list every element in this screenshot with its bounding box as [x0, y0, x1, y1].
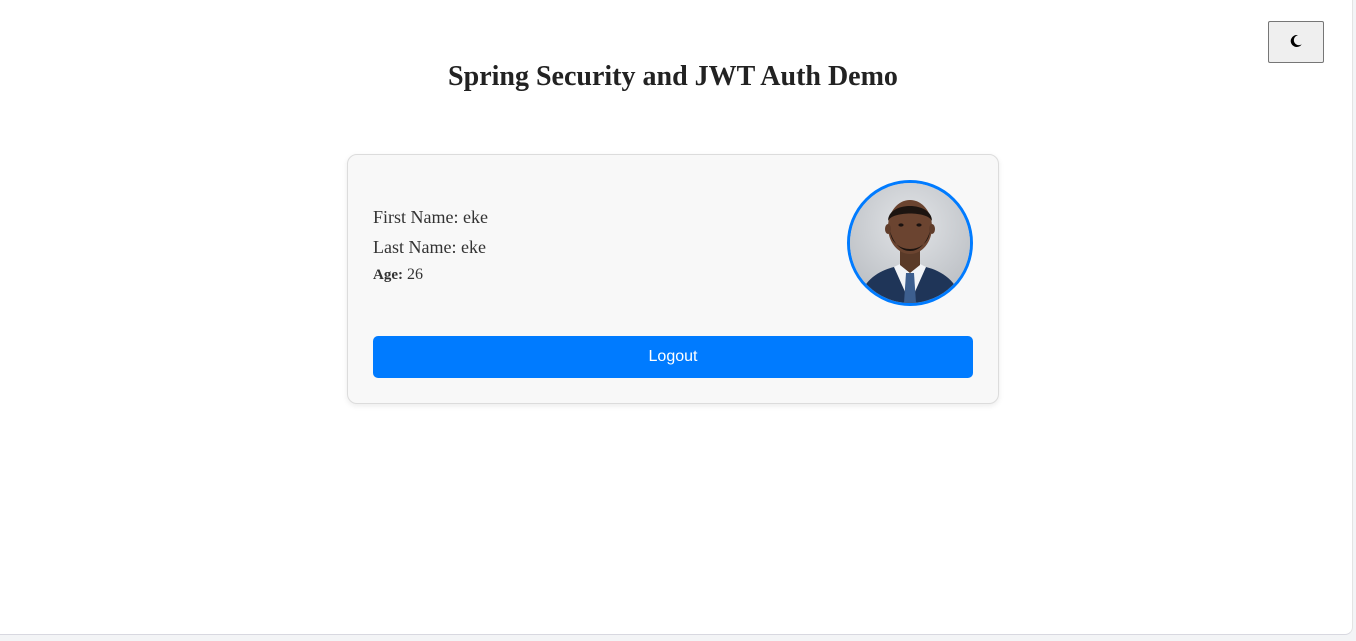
profile-card: First Name: eke Last Name: eke Age: 26 L… — [347, 154, 999, 404]
last-name-row: Last Name: eke — [373, 232, 488, 262]
last-name-value: eke — [460, 237, 486, 257]
first-name-row: First Name: eke — [373, 202, 488, 232]
age-value: 26 — [407, 266, 423, 283]
profile-info: First Name: eke Last Name: eke Age: 26 — [373, 202, 488, 288]
age-label: Age: — [373, 267, 403, 283]
age-row: Age: 26 — [373, 262, 488, 288]
logout-button[interactable]: Logout — [373, 336, 973, 378]
page-viewport: Spring Security and JWT Auth Demo First … — [0, 0, 1353, 635]
moon-icon — [1289, 34, 1303, 51]
first-name-label: First Name: — [373, 207, 459, 227]
avatar — [847, 180, 973, 306]
page-title: Spring Security and JWT Auth Demo — [448, 61, 898, 92]
profile-photo-icon — [850, 183, 970, 303]
first-name-value: eke — [463, 207, 488, 227]
last-name-label: Last Name: — [373, 237, 457, 257]
